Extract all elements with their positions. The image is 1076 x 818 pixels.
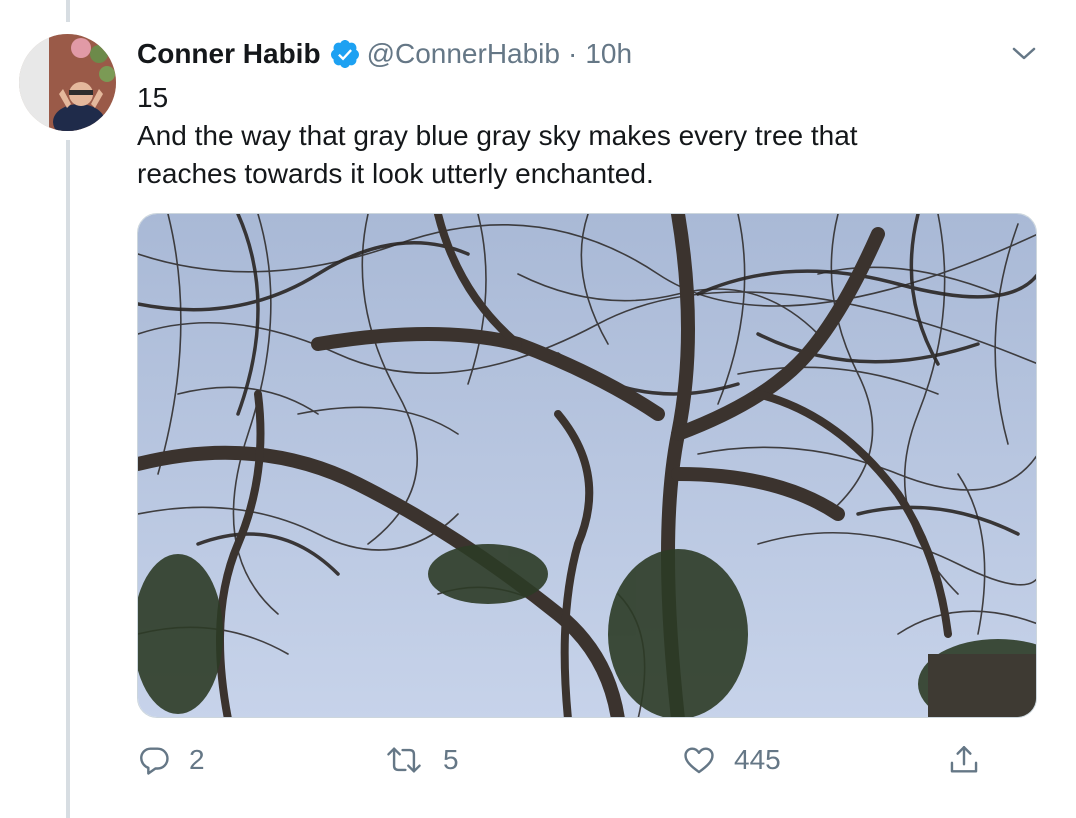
timestamp[interactable]: 10h (585, 38, 632, 70)
retweet-count: 5 (443, 744, 459, 775)
retweet-button[interactable]: 5 (383, 735, 459, 785)
reply-count: 2 (189, 744, 205, 775)
share-button[interactable] (947, 735, 981, 785)
author-handle[interactable]: @ConnerHabib (367, 38, 560, 70)
tweet-header: Conner Habib @ConnerHabib · 10h (137, 34, 632, 74)
reply-icon (140, 747, 169, 775)
tweet-text-line: 15 (137, 82, 169, 113)
heart-icon (684, 747, 714, 774)
photo-bare-tree-icon (138, 214, 1036, 717)
retweet-icon (387, 747, 421, 773)
tweet-text-line: reaches towards it look utterly enchante… (137, 158, 654, 189)
avatar[interactable] (19, 34, 116, 131)
thread-line-bottom (66, 140, 70, 818)
separator-dot: · (567, 38, 578, 69)
author-name[interactable]: Conner Habib (137, 38, 321, 70)
verified-badge-icon (330, 40, 359, 68)
tweet-media-photo[interactable] (137, 213, 1037, 718)
more-options-button[interactable] (1004, 38, 1044, 68)
tweet-text-line: And the way that gray blue gray sky make… (137, 120, 858, 151)
tweet-text: 15 And the way that gray blue gray sky m… (137, 79, 1037, 193)
reply-button[interactable]: 2 (137, 735, 205, 785)
tweet-actions: 2 5 445 (137, 735, 997, 785)
share-icon (950, 746, 978, 773)
like-count: 445 (734, 744, 781, 775)
avatar-photo-icon (19, 34, 116, 131)
thread-line-top (66, 0, 70, 22)
chevron-down-icon (1012, 47, 1036, 60)
like-button[interactable]: 445 (682, 735, 781, 785)
